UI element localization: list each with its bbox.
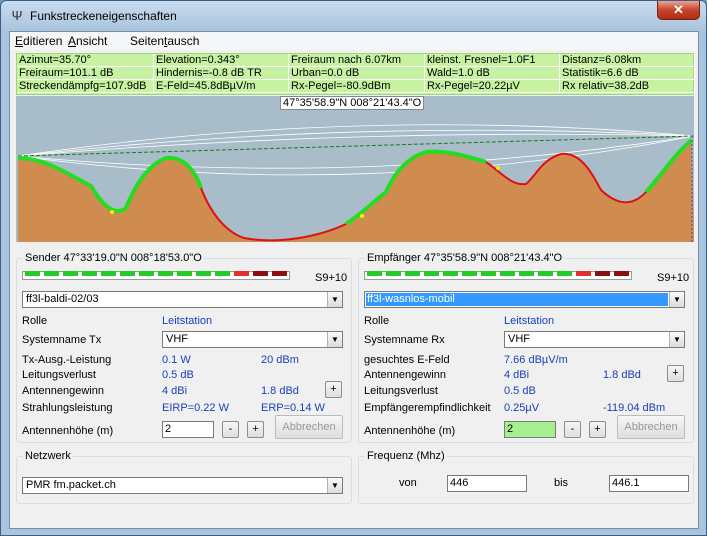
netzwerk-group: Netzwerk PMR fm.packet.ch ▼ [16,450,352,504]
window-title: Funkstreckeneigenschaften [30,9,177,23]
chevron-down-icon[interactable]: ▼ [669,292,684,307]
sender-meter-value: S9+10 [315,272,348,284]
sender-gewinn-dbd[interactable]: 1.8 dBd [261,385,299,397]
info-wald: Wald=1.0 dB [425,67,560,80]
empfaenger-efeld-label: gesuchtes E-Feld [364,354,450,366]
sender-group-title: Sender 47°33'19.0"N 008°18'53.0"O [23,252,204,264]
obstacle-marker [496,166,500,170]
sender-eirp[interactable]: EIRP=0.22 W [162,402,229,414]
empfaenger-hoehe-minus-button[interactable]: - [564,421,581,438]
sender-rolle-link[interactable]: Leitstation [162,315,212,327]
chevron-down-icon[interactable]: ▼ [327,292,342,307]
info-rx-relativ: Rx relativ=38.2dB [560,80,695,93]
menu-bar: Editieren Ansicht Seitentausch [10,32,698,50]
frequenz-group-title: Frequenz (Mhz) [365,450,447,462]
sender-verlust-value[interactable]: 0.5 dB [162,369,194,381]
empfaenger-group: Empfänger 47°35'58.9"N 008°21'43.4"O S9+… [358,252,694,443]
app-window: Ψ Funkstreckeneigenschaften ✕ Editieren … [0,0,707,536]
sender-gewinn-label: Antennengewinn [22,385,104,397]
menu-ansicht[interactable]: Ansicht [68,34,107,48]
empfaenger-systemname-select[interactable]: VHF ▼ [504,331,685,348]
sender-rolle-label: Rolle [22,315,48,327]
empfaenger-hoehe-plus-button[interactable]: + [589,421,606,438]
info-urban: Urban=0.0 dB [289,67,425,80]
empfaenger-verlust-value[interactable]: 0.5 dB [504,385,536,397]
sender-signal-meter [22,271,292,280]
empfaenger-rolle-link[interactable]: Leitstation [504,315,554,327]
empfaenger-gewinn-plus-button[interactable]: + [667,365,684,382]
sender-systemname-label: Systemname Tx [22,334,102,346]
empfaenger-empf-label: Empfängerempfindlichkeit [364,402,491,414]
sender-abbrechen-button[interactable]: Abbrechen [275,415,343,439]
info-freiraum-nach: Freiraum nach 6.07km [289,54,425,67]
chevron-down-icon[interactable]: ▼ [669,332,684,347]
menu-seitentausch[interactable]: Seitentausch [130,34,199,48]
empfaenger-group-title: Empfänger 47°35'58.9"N 008°21'43.4"O [365,252,565,264]
sender-gewinn-dbi[interactable]: 4 dBi [162,385,187,397]
sender-hoehe-plus-button[interactable]: + [247,421,264,438]
empfaenger-gewinn-dbi[interactable]: 4 dBi [504,369,529,381]
sender-erp[interactable]: ERP=0.14 W [261,402,325,414]
menu-editieren[interactable]: Editieren [15,34,62,48]
info-hindernis: Hindernis=-0.8 dB TR [154,67,289,80]
chevron-down-icon[interactable]: ▼ [327,332,342,347]
antenna-icon: Ψ [11,8,23,23]
info-distanz: Distanz=6.08km [560,54,695,67]
sender-group: Sender 47°33'19.0"N 008°18'53.0"O S9+10 … [16,252,352,443]
sender-hoehe-minus-button[interactable]: - [222,421,239,438]
info-freiraum: Freiraum=101.1 dB [17,67,154,80]
empfaenger-abbrechen-button[interactable]: Abbrechen [617,415,685,439]
empfaenger-signal-meter [364,271,634,280]
netzwerk-group-title: Netzwerk [23,450,73,462]
empfaenger-empf-uv[interactable]: 0.25µV [504,402,539,414]
info-fresnel: kleinst. Fresnel=1.0F1 [425,54,560,67]
empfaenger-gewinn-dbd[interactable]: 1.8 dBd [603,369,641,381]
info-azimut: Azimut=35.70° [17,54,154,67]
client-area: Editieren Ansicht Seitentausch Azimut=35… [9,31,699,529]
sender-verlust-label: Leitungsverlust [22,369,96,381]
frequenz-bis-input[interactable]: 446.1 [609,475,689,492]
empfaenger-efeld-value[interactable]: 7.66 dBµV/m [504,354,568,366]
sender-leistung-dbm[interactable]: 20 dBm [261,354,299,366]
sender-strahlung-label: Strahlungsleistung [22,402,113,414]
obstacle-marker [110,210,114,214]
info-efeld: E-Feld=45.8dBµV/m [154,80,289,93]
sender-gewinn-plus-button[interactable]: + [325,381,342,398]
info-streckendaempfung: Streckendämpfg=107.9dB [17,80,154,93]
title-bar[interactable]: Ψ Funkstreckeneigenschaften ✕ [1,1,706,31]
info-rx-pegel-dbm: Rx-Pegel=-80.9dBm [289,80,425,93]
sender-leistung-label: Tx-Ausg.-Leistung [22,354,112,366]
frequenz-von-label: von [399,477,417,489]
empfaenger-rolle-label: Rolle [364,315,390,327]
frequenz-von-input[interactable]: 446 [447,475,527,492]
empfaenger-hoehe-label: Antennenhöhe (m) [364,425,456,437]
info-rx-pegel-uv: Rx-Pegel=20.22µV [425,80,560,93]
link-info-grid: Azimut=35.70° Elevation=0.343° Freiraum … [16,53,695,95]
empfaenger-verlust-label: Leitungsverlust [364,385,438,397]
terrain-profile-view[interactable] [16,96,694,242]
sender-station-select[interactable]: ff3l-baldi-02/03 ▼ [22,291,343,308]
netzwerk-select[interactable]: PMR fm.packet.ch ▼ [22,477,343,494]
profile-coordinate-label: 47°35'58.9"N 008°21'43.4"O [280,96,425,110]
empfaenger-meter-value: S9+10 [657,272,690,284]
sender-systemname-select[interactable]: VHF ▼ [162,331,343,348]
empfaenger-station-select[interactable]: ff3l-wasnlos-mobil ▼ [364,291,685,308]
obstacle-marker [360,214,364,218]
chevron-down-icon[interactable]: ▼ [327,478,342,493]
empfaenger-gewinn-label: Antennengewinn [364,369,446,381]
empfaenger-empf-dbm[interactable]: -119.04 dBm [603,402,665,414]
sender-leistung-w[interactable]: 0.1 W [162,354,191,366]
info-statistik: Statistik=6.6 dB [560,67,695,80]
empfaenger-hoehe-input[interactable]: 2 [504,421,556,438]
close-button[interactable]: ✕ [657,1,700,20]
frequenz-bis-label: bis [554,477,569,489]
frequenz-group: Frequenz (Mhz) von 446 bis 446.1 [358,450,694,504]
info-elevation: Elevation=0.343° [154,54,289,67]
sender-hoehe-label: Antennenhöhe (m) [22,425,114,437]
empfaenger-systemname-label: Systemname Rx [364,334,445,346]
sender-hoehe-input[interactable]: 2 [162,421,214,438]
